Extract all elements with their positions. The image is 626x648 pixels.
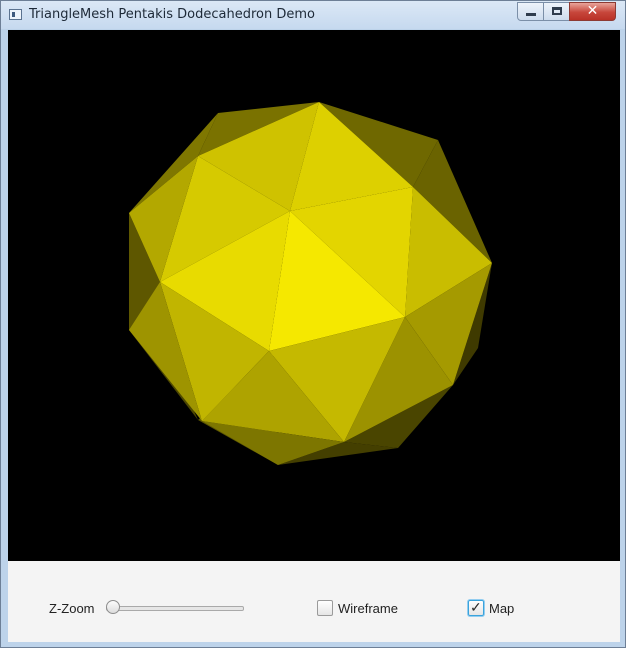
client-area: Z-Zoom Wireframe ✓ Map — [8, 30, 620, 642]
window-title: TriangleMesh Pentakis Dodecahedron Demo — [29, 7, 315, 22]
maximize-icon — [552, 7, 562, 15]
map-label[interactable]: Map — [489, 601, 514, 616]
z-zoom-slider[interactable] — [106, 599, 244, 617]
slider-thumb[interactable] — [106, 600, 120, 614]
title-bar[interactable]: TriangleMesh Pentakis Dodecahedron Demo … — [1, 1, 625, 29]
app-window: TriangleMesh Pentakis Dodecahedron Demo … — [0, 0, 626, 648]
control-bar: Z-Zoom Wireframe ✓ Map — [8, 561, 620, 642]
z-zoom-label: Z-Zoom — [49, 601, 95, 616]
3d-viewport[interactable] — [8, 30, 620, 561]
minimize-button[interactable] — [517, 2, 544, 21]
wireframe-label[interactable]: Wireframe — [338, 601, 398, 616]
maximize-button[interactable] — [543, 2, 570, 21]
close-icon: ✕ — [586, 3, 599, 19]
java-app-icon — [9, 9, 22, 20]
map-checkbox[interactable]: ✓ — [468, 599, 484, 616]
wireframe-checkbox[interactable] — [317, 600, 333, 616]
pentakis-dodecahedron — [129, 102, 492, 465]
checkmark-icon: ✓ — [470, 599, 482, 615]
close-button[interactable]: ✕ — [569, 2, 616, 21]
slider-track[interactable] — [106, 606, 244, 611]
minimize-icon — [526, 13, 536, 16]
